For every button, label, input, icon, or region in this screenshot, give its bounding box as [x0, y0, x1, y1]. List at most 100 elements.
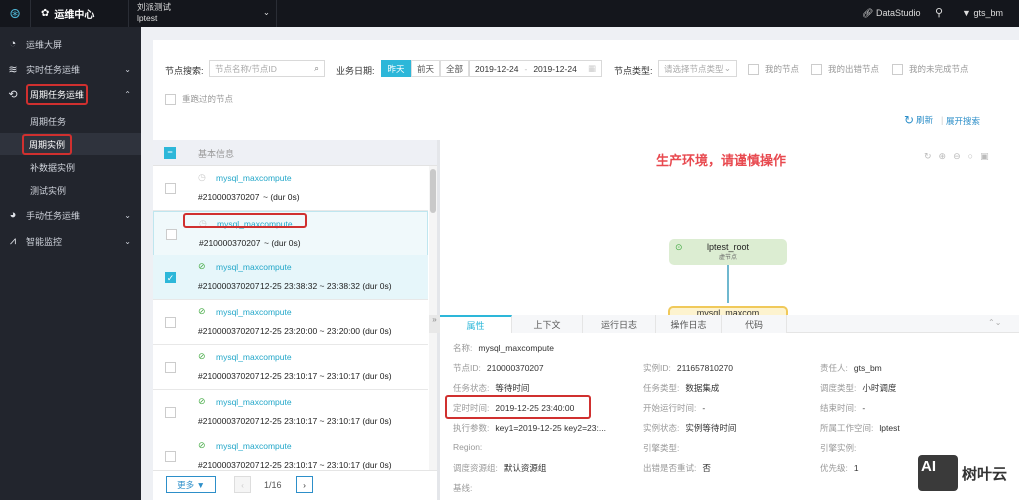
detail-retry: 出错是否重试: 否: [643, 463, 711, 473]
row-checkbox[interactable]: [166, 228, 177, 240]
chevron-down-icon: ⌄: [124, 64, 131, 74]
sidebar-item-backfill[interactable]: 补数据实例: [0, 156, 141, 178]
collapse-left-icon[interactable]: »: [429, 315, 440, 333]
sidebar-item-cycle[interactable]: ⟲ 周期任务运维 ⌃: [0, 83, 141, 105]
row-checkbox[interactable]: [165, 406, 176, 418]
next-page-button[interactable]: ›: [296, 476, 313, 493]
project-selector[interactable]: 刘派测试 lptest ⌄: [128, 0, 277, 27]
ai-logo-icon: AI: [918, 455, 958, 491]
select-all-checkbox[interactable]: −: [164, 147, 176, 159]
chevron-down-icon: ⌄: [262, 7, 270, 17]
sidebar: ◔ 运维大屏 ≋ 实时任务运维 ⌄ ⟲ 周期任务运维 ⌃ 周期任务 周期实例 补数据实例 …: [0, 27, 141, 500]
app-title[interactable]: ✿ 运维中心: [30, 0, 128, 27]
node-name-link[interactable]: mysql_maxcompute: [216, 441, 292, 451]
zoom-out-icon[interactable]: ⊖: [953, 151, 968, 161]
dag-graph[interactable]: 生产环境，请谨慎操作 ↻⊕⊖○▣ ⊙ lptest_root 虚节点 mysql…: [440, 140, 1019, 318]
tools-icon[interactable]: ⚲: [935, 6, 943, 19]
yesterday-button[interactable]: 昨天: [381, 60, 411, 77]
run-time: 12-25 23:20:00 ~ 23:20:00 (dur 0s): [260, 326, 392, 337]
search-input[interactable]: 节点名称/节点ID ⌕: [209, 60, 325, 77]
gear-icon: ✿: [41, 8, 50, 19]
success-icon: ⊘: [198, 306, 206, 317]
detail-engine-type: 引擎类型:: [643, 443, 680, 453]
run-time: 12-25 23:10:17 ~ 23:10:17 (dur 0s): [260, 415, 392, 426]
tab-run-log[interactable]: 运行日志: [583, 315, 656, 333]
sidebar-item-dashboard[interactable]: ◔ 运维大屏: [0, 33, 141, 55]
tab-code[interactable]: 代码: [722, 315, 787, 333]
run-time: ~ (dur 0s): [263, 192, 300, 202]
table-row[interactable]: ◷ mysql_maxcompute #210000370207 ~ (dur 0s): [153, 210, 428, 256]
fullscreen-icon[interactable]: ▣: [980, 151, 996, 161]
my-unfinished-checkbox[interactable]: 我的未完成节点: [892, 63, 969, 75]
node-name-link[interactable]: mysql_maxcompute: [216, 173, 292, 183]
zoom-in-icon[interactable]: ⊕: [939, 151, 954, 161]
page-indicator: 1/16: [264, 480, 282, 490]
sidebar-item-test-instances[interactable]: 测试实例: [0, 179, 141, 201]
node-name-link[interactable]: mysql_maxcompute: [216, 397, 292, 407]
detail-engine-instance: 引擎实例:: [820, 443, 857, 453]
table-row[interactable]: ⊘ mysql_maxcompute #210000370207 12-25 23:1…: [153, 344, 428, 390]
search-label: 节点搜索:: [165, 66, 204, 76]
more-button[interactable]: 更多 ▼: [166, 476, 216, 493]
detail-timed-time: 定时时间: 2019-12-25 23:40:00: [453, 403, 575, 413]
my-error-nodes-checkbox[interactable]: 我的出错节点: [811, 63, 879, 75]
detail-schedule-type: 调度类型: 小时调度: [820, 383, 897, 393]
tab-operation-log[interactable]: 操作日志: [656, 315, 722, 333]
run-time: 12-25 23:38:32 ~ 23:38:32 (dur 0s): [260, 281, 392, 292]
my-nodes-checkbox[interactable]: 我的节点: [748, 63, 799, 75]
node-name-link[interactable]: mysql_maxcompute: [216, 262, 292, 272]
detail-task-status: 任务状态: 等待时间: [453, 383, 530, 393]
sidebar-item-cycle-tasks[interactable]: 周期任务: [0, 110, 141, 132]
search-icon: ⌕: [314, 63, 319, 73]
sidebar-item-realtime[interactable]: ≋ 实时任务运维 ⌄: [0, 58, 141, 80]
search-icon[interactable]: ○: [968, 151, 980, 161]
list-footer: 更多 ▼ ‹ 1/16 ›: [153, 470, 437, 500]
row-checkbox[interactable]: ✓: [165, 272, 176, 284]
instance-id: #210000370207: [198, 370, 260, 381]
manual-icon: ◕: [9, 209, 17, 221]
expand-search-link[interactable]: 展开搜索: [946, 115, 980, 127]
type-label: 节点类型:: [614, 66, 653, 76]
datastudio-link[interactable]: 🔗︎ DataStudio: [862, 8, 920, 19]
day-before-button[interactable]: 前天: [411, 60, 440, 77]
refresh-icon[interactable]: ↻: [924, 151, 939, 161]
success-icon: ⊘: [198, 261, 206, 272]
table-row[interactable]: ⊘ mysql_maxcompute #210000370207 12-25 23:2…: [153, 300, 428, 346]
sidebar-item-monitor[interactable]: ⩘ 智能监控 ⌄: [0, 230, 141, 252]
all-button[interactable]: 全部: [440, 60, 469, 77]
node-name-link[interactable]: mysql_maxcompute: [216, 307, 292, 317]
table-row[interactable]: ✓ ⊘ mysql_maxcompute #210000370207 12-25 23:…: [153, 255, 428, 301]
sidebar-item-manual[interactable]: ◕ 手动任务运维 ⌄: [0, 204, 141, 226]
row-checkbox[interactable]: [165, 317, 176, 329]
graph-edge: [727, 265, 729, 303]
rerun-nodes-checkbox[interactable]: 重跑过的节点: [165, 93, 233, 105]
clock-icon: ◷: [198, 172, 206, 182]
chevron-down-icon: ⌄: [723, 63, 731, 73]
list-header: − 基本信息: [153, 140, 437, 166]
success-icon: ⊙: [675, 242, 683, 252]
node-type-select[interactable]: 请选择节点类型 ⌄: [658, 60, 737, 77]
row-checkbox[interactable]: [165, 361, 176, 373]
tab-properties[interactable]: 属性: [440, 315, 512, 333]
tab-context[interactable]: 上下文: [512, 315, 583, 333]
graph-node-root[interactable]: ⊙ lptest_root 虚节点: [669, 239, 787, 265]
instance-id: #210000370207: [198, 281, 260, 292]
row-checkbox[interactable]: [165, 183, 176, 194]
logo-icon[interactable]: ⊛: [0, 0, 30, 27]
row-checkbox[interactable]: [165, 451, 176, 463]
pie-chart-icon: ◔: [9, 38, 17, 50]
detail-resource-group: 调度资源组: 默认资源组: [453, 463, 547, 473]
sidebar-item-cycle-instances[interactable]: 周期实例: [0, 133, 141, 155]
instance-id: #210000370207: [198, 415, 260, 426]
detail-owner: 责任人: gts_bm: [820, 363, 882, 373]
table-row[interactable]: ◷ mysql_maxcompute #210000370207 ~ (dur 0s): [153, 166, 428, 211]
refresh-button[interactable]: ↻ 刷新: [904, 113, 933, 127]
table-row[interactable]: ⊘ mysql_maxcompute #210000370207 12-25 23:1…: [153, 389, 428, 435]
table-row[interactable]: ⊘ mysql_maxcompute #210000370207 12-25 23:1…: [153, 434, 428, 472]
chevron-down-icon: ⌄: [124, 210, 131, 220]
user-menu[interactable]: ▼ gts_bm: [962, 8, 1003, 18]
expand-collapse-icon[interactable]: ⌃⌄: [988, 318, 1001, 327]
date-range-input[interactable]: 2019-12-24-2019-12-24 ▦: [469, 60, 602, 77]
prev-page-button[interactable]: ‹: [234, 476, 251, 493]
node-name-link[interactable]: mysql_maxcompute: [216, 352, 292, 362]
